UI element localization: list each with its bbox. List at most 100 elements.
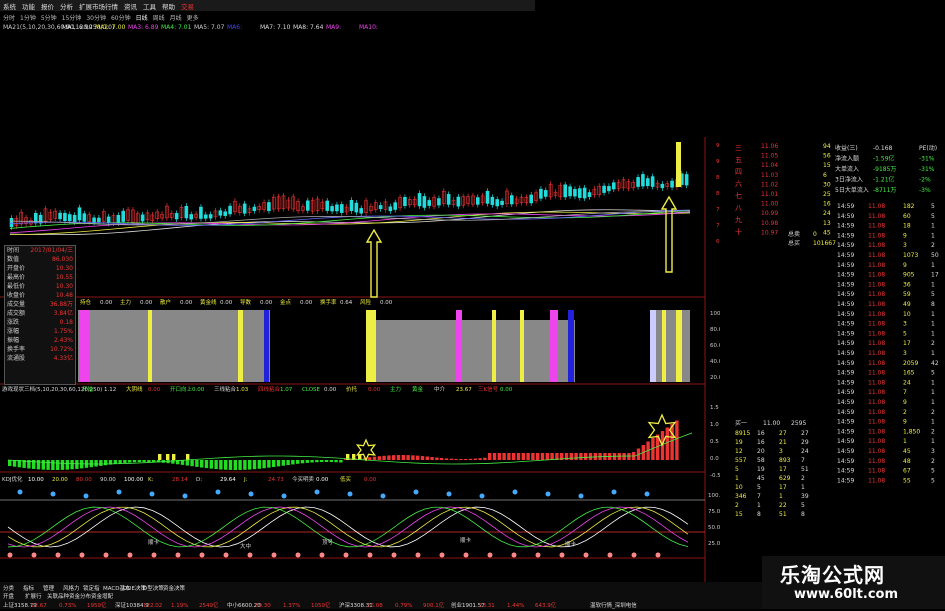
- menu-item[interactable]: 报价: [41, 1, 54, 11]
- hist-bar: [579, 453, 583, 460]
- bottom-tab[interactable]: 风格力: [63, 584, 80, 592]
- menu-item[interactable]: 工具: [143, 1, 156, 11]
- panel4-value: 28.14: [172, 477, 188, 483]
- tick-volume: 905: [903, 272, 915, 279]
- mini-cell: 19: [757, 466, 765, 473]
- period-tab[interactable]: 60分钟: [111, 13, 131, 22]
- info-key: 流通股: [7, 355, 26, 362]
- flow-pct: PE(动): [919, 145, 937, 152]
- bottom-tab[interactable]: 管理: [43, 584, 55, 592]
- bottom-tab2[interactable]: 关联品种: [47, 592, 70, 600]
- bottom-tab2[interactable]: 扩展行: [25, 592, 42, 600]
- period-tab[interactable]: 1分钟: [20, 13, 36, 22]
- info-key: 振幅: [7, 337, 20, 344]
- menu-item[interactable]: 帮助: [162, 1, 175, 11]
- menu-item[interactable]: 分析: [60, 1, 73, 11]
- panel2-label: 换手率: [320, 298, 337, 306]
- tick-price: 11.08: [868, 340, 885, 347]
- panel2-label: 0.00: [380, 300, 393, 306]
- tick-count: 2: [931, 428, 935, 435]
- info-key: 成交量: [7, 301, 26, 308]
- bottom-tab[interactable]: 指标: [23, 584, 35, 592]
- panel2-tick: 100.00: [710, 311, 720, 317]
- tick-count: 5: [931, 468, 935, 475]
- bottom-tab[interactable]: D型决策: [143, 584, 164, 592]
- hist-bar: [478, 458, 482, 460]
- panel3-tick: -0.5: [710, 473, 720, 479]
- period-tab[interactable]: 月线: [170, 13, 182, 22]
- bottom-tab[interactable]: 锁定指: [83, 584, 100, 592]
- hist-bar: [430, 457, 434, 460]
- bottom-tab2[interactable]: 资金增配: [91, 592, 114, 600]
- tick-volume: 24: [903, 379, 911, 386]
- tick-time: 14:59: [837, 477, 854, 484]
- tick-time: 14:59: [837, 321, 854, 328]
- info-row: 成交额 3.84亿: [5, 309, 75, 318]
- kdj-marker: 顶号: [322, 539, 334, 546]
- bar-info-panel: 时间 2017/01/04/三 数值 86.030 开盘价 10.30 最高价 10.55 最低…: [4, 245, 76, 385]
- menu-item[interactable]: 扩展市场行情: [79, 1, 118, 11]
- info-key: 开盘价: [7, 265, 26, 272]
- info-row: 时间 2017/01/04/三: [5, 246, 75, 255]
- mini-cell: 1: [735, 475, 739, 482]
- info-key: 数值: [7, 256, 20, 263]
- tick-time: 14:59: [837, 419, 854, 426]
- signal-dot: [343, 552, 349, 558]
- panel2-bar: [238, 310, 243, 382]
- candle: [184, 205, 189, 219]
- mini-cell: 51: [779, 511, 787, 518]
- tick-time: 14:59: [837, 311, 854, 318]
- bottom-tab2[interactable]: 资金分布: [69, 592, 92, 600]
- flow-pct: -31%: [919, 166, 935, 173]
- flow-key: 5日大单流入: [835, 186, 869, 194]
- bottom-tab[interactable]: 分类: [3, 584, 15, 592]
- info-row: 涨幅 1.75%: [5, 327, 75, 336]
- period-tab[interactable]: 日线: [136, 13, 148, 22]
- tick-price: 11.08: [868, 448, 885, 455]
- candle: [349, 199, 354, 211]
- mini-cell: 629: [779, 475, 791, 482]
- price-tick: 7.00: [716, 223, 720, 229]
- bottom-tab[interactable]: 资金决策: [163, 584, 186, 592]
- status-text: 温软行情_深圳电信: [590, 601, 637, 609]
- period-tab[interactable]: 周线: [153, 13, 165, 22]
- info-value: 10.55: [55, 274, 73, 281]
- mini-cell: 10: [735, 484, 743, 491]
- tick-count: 2: [931, 242, 935, 249]
- hist-bar: [99, 460, 103, 466]
- period-tab[interactable]: 5分钟: [41, 13, 57, 22]
- tick-count: 1: [931, 350, 935, 357]
- hist-bar: [224, 460, 228, 470]
- info-value: 10.30: [55, 265, 73, 272]
- hist-bar: [550, 453, 554, 460]
- bottom-tab2[interactable]: 开盘: [3, 592, 15, 600]
- menu-item[interactable]: 资讯: [124, 1, 137, 11]
- tick-volume: 3: [903, 242, 907, 249]
- signal-dot: [487, 552, 493, 558]
- period-tab[interactable]: 分时: [3, 13, 15, 22]
- menu-item[interactable]: 功能: [22, 1, 35, 11]
- index-value: 1059亿: [311, 601, 331, 609]
- period-tab[interactable]: 更多: [187, 13, 199, 22]
- panel2-label: 0.00: [260, 300, 273, 306]
- summary-key: 总卖: [788, 230, 800, 238]
- panel3-item: 三线粘合: [214, 385, 237, 393]
- menu-trade[interactable]: 交易: [181, 1, 194, 11]
- tick-volume: 1073: [903, 252, 918, 259]
- hist-bar: [502, 453, 506, 460]
- index-value: 28.31: [479, 603, 495, 609]
- tick-count: 5: [931, 203, 935, 210]
- candle: [388, 206, 393, 212]
- panel2-bar: [366, 310, 376, 382]
- candle: [577, 188, 582, 198]
- menu-item[interactable]: 系统: [3, 1, 16, 11]
- hist-bar: [420, 456, 425, 460]
- hist-bar: [411, 455, 415, 460]
- chart-area[interactable]: MA21(5,10,20,30,60,90,120,250,0,0) MA1: …: [0, 22, 720, 582]
- period-tab[interactable]: 30分钟: [86, 13, 106, 22]
- signal-dot: [559, 552, 565, 558]
- index-value: 900.1亿: [423, 601, 445, 609]
- candle: [223, 211, 228, 216]
- ma-value: MA1: 6.90: [62, 24, 93, 31]
- period-tab[interactable]: 15分钟: [62, 13, 82, 22]
